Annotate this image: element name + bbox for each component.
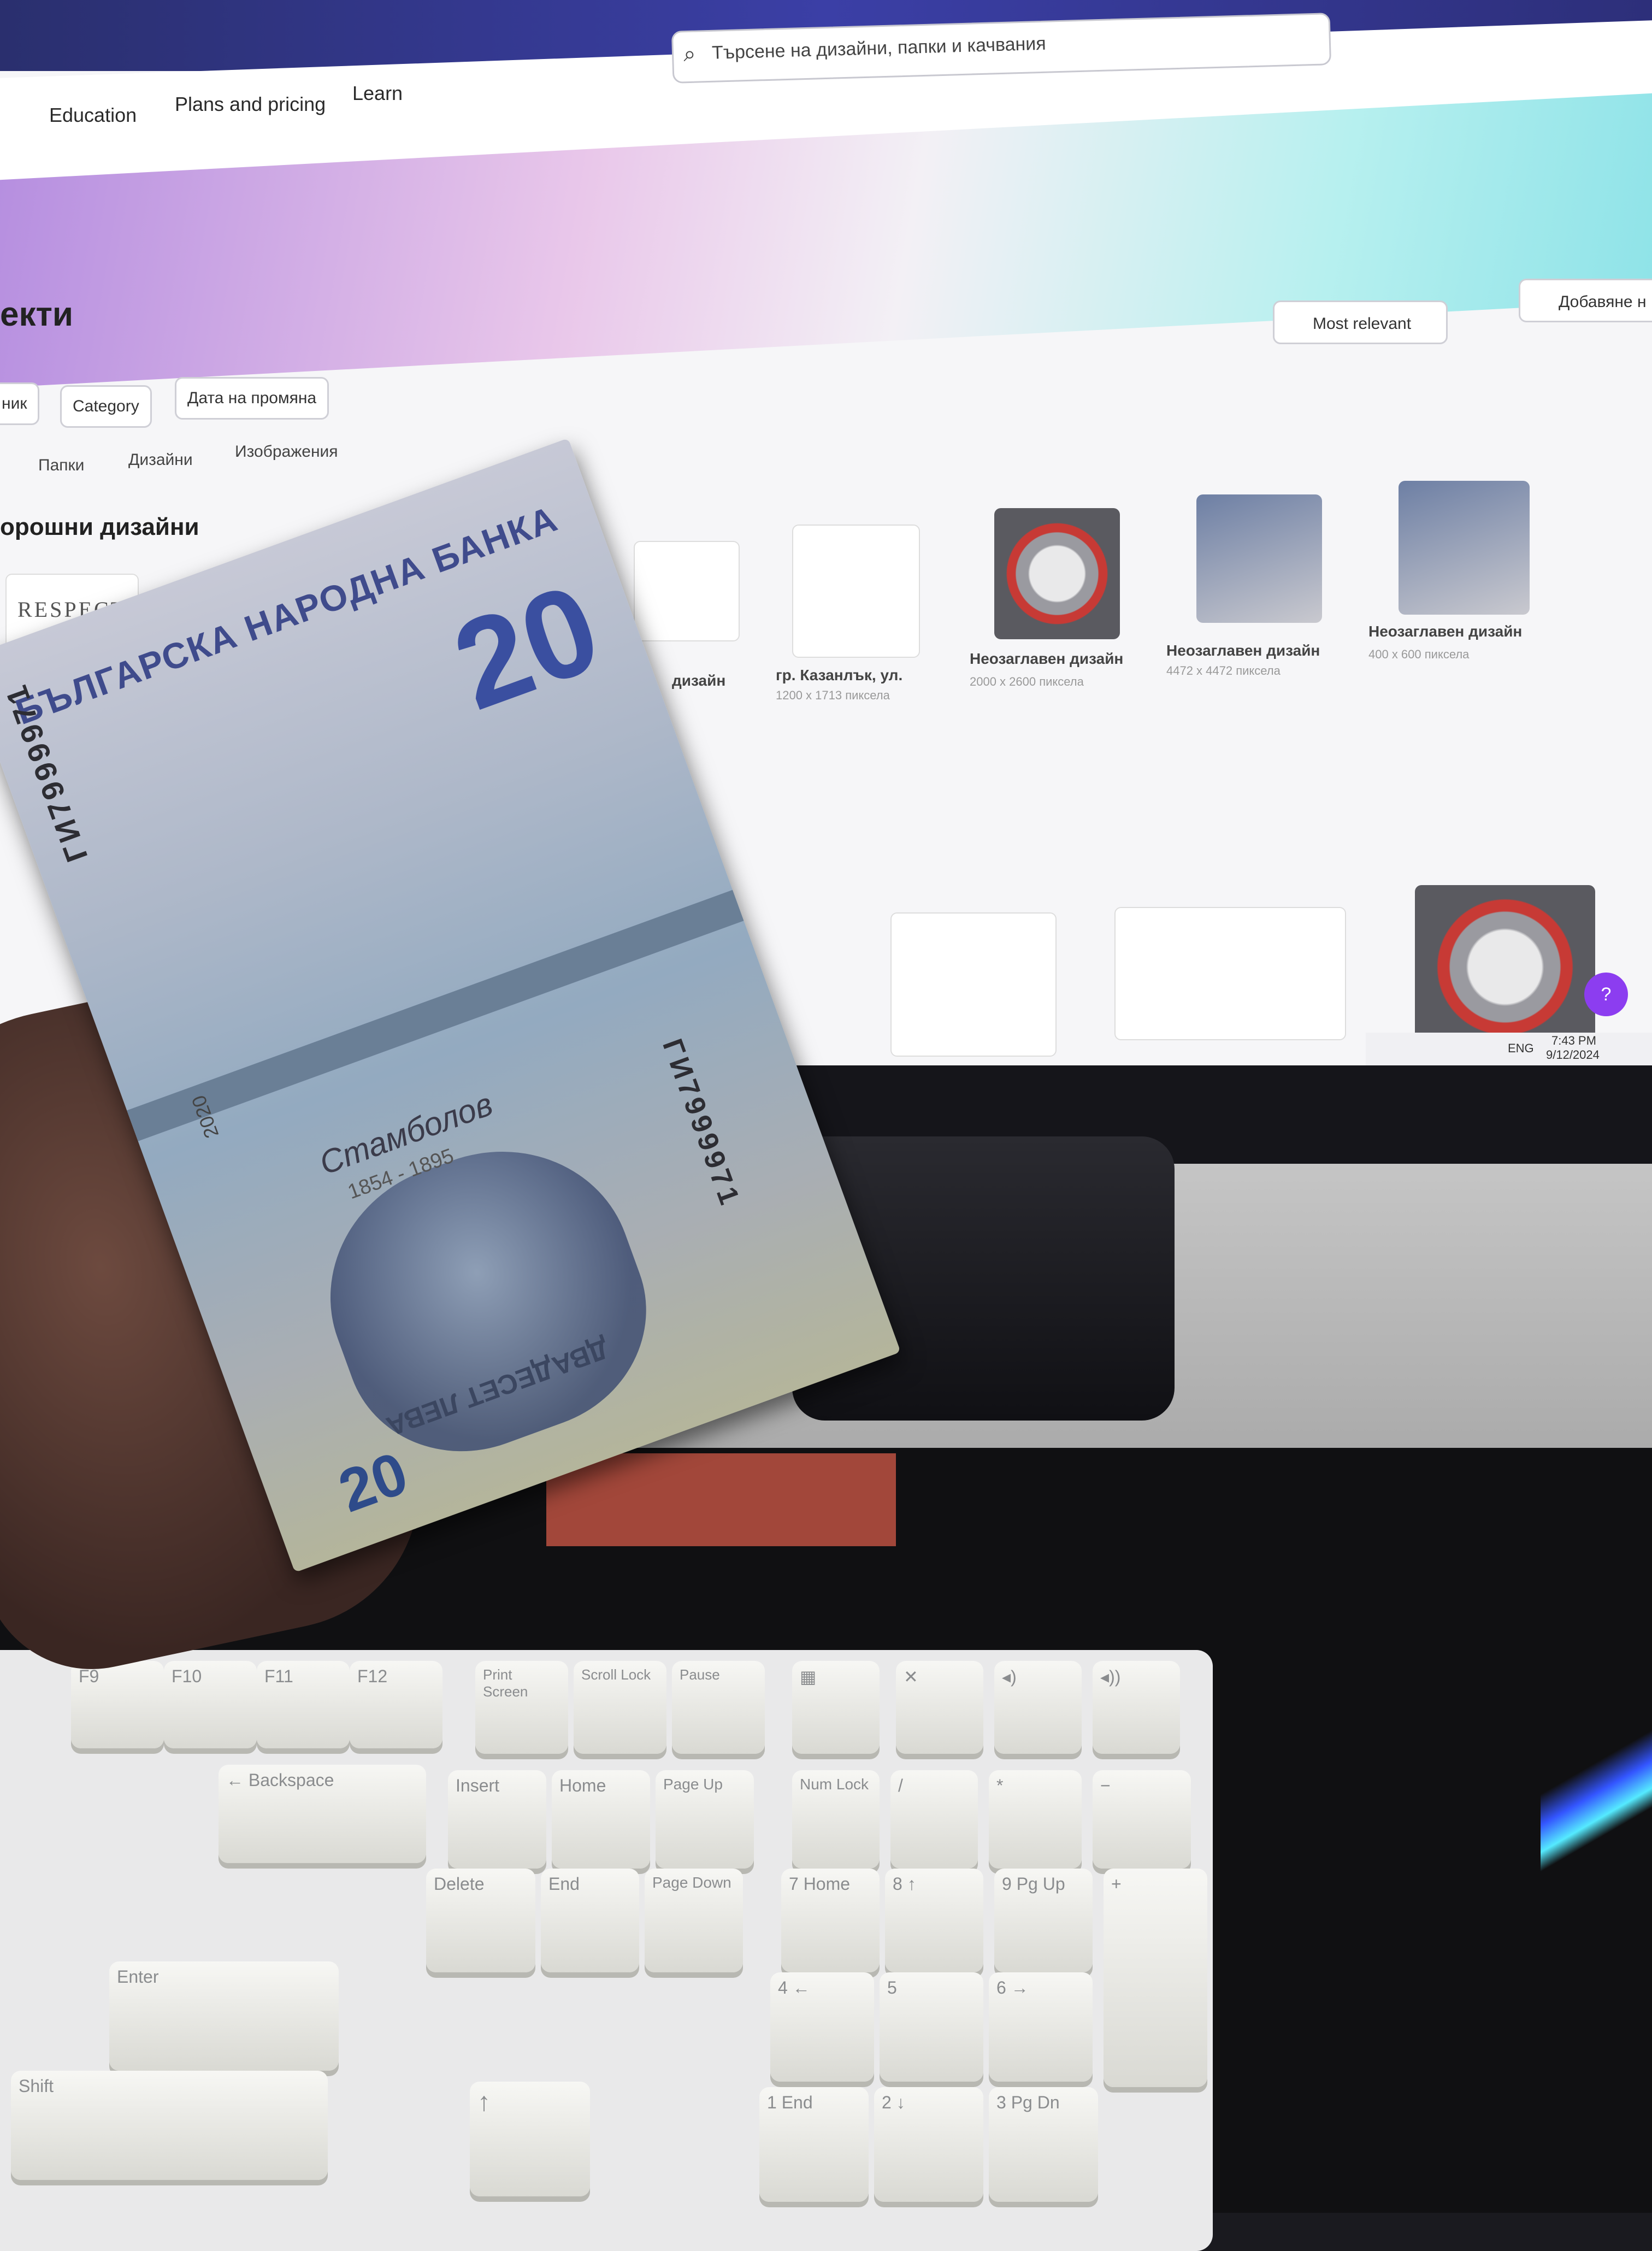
key-numpad-2[interactable]: 2 ↓	[874, 2087, 983, 2202]
section-title: орошни дизайни	[0, 514, 199, 540]
card-title: Неозаглавен дизайн	[1166, 642, 1320, 659]
design-thumbnail[interactable]	[1399, 481, 1530, 615]
help-button[interactable]: ?	[1584, 973, 1628, 1016]
card-size: 1200 x 1713 пиксела	[776, 688, 890, 702]
sort-button[interactable]: Most relevant	[1273, 300, 1448, 344]
page-title: екти	[0, 296, 73, 333]
tab-designs[interactable]: Дизайни	[128, 451, 193, 469]
volume-up-icon: ◂))	[1100, 1667, 1121, 1687]
card-title: гр. Казанлък, ул.	[776, 667, 903, 683]
key-backspace[interactable]: ← Backspace	[219, 1765, 426, 1863]
key-numpad-3[interactable]: 3 Pg Dn	[989, 2087, 1098, 2202]
key-delete[interactable]: Delete	[426, 1869, 535, 1972]
design-thumbnail[interactable]	[1114, 907, 1346, 1040]
banknote-serial-right: ГИ7999971	[656, 1035, 747, 1212]
clock-time: 7:43 PM	[1551, 1034, 1596, 1047]
nav-learn[interactable]: Learn	[352, 82, 403, 105]
volume-down-icon: ◂)	[1002, 1667, 1017, 1687]
search-placeholder: Търсене на дизайни, папки и качвания	[711, 33, 1047, 63]
key-enter[interactable]: Enter	[109, 1961, 339, 2071]
add-button[interactable]: Добавяне н	[1519, 279, 1652, 322]
design-thumbnail[interactable]	[994, 508, 1120, 639]
key-f11[interactable]: F11	[257, 1661, 350, 1748]
key-numpad-4[interactable]: 4 ←	[770, 1972, 874, 2082]
key-volume-up[interactable]: ◂))	[1093, 1661, 1180, 1754]
design-thumbnail[interactable]	[1196, 494, 1322, 623]
key-numpad-9[interactable]: 9 Pg Up	[994, 1869, 1093, 1972]
card-title: Неозаглавен дизайн	[1368, 623, 1523, 640]
key-home[interactable]: Home	[552, 1770, 650, 1869]
search-icon: ⌕	[683, 42, 697, 67]
key-f12[interactable]: F12	[350, 1661, 442, 1748]
key-numpad-1[interactable]: 1 End	[759, 2087, 869, 2202]
nav-education[interactable]: Education	[49, 104, 137, 127]
tab-images[interactable]: Изображения	[235, 443, 338, 461]
filter-date-modified[interactable]: Дата на промяна	[175, 377, 329, 420]
key-pause[interactable]: Pause	[672, 1661, 765, 1754]
card-size: 2000 x 2600 пиксела	[970, 675, 1084, 688]
system-tray: ENG 7:43 PM 9/12/2024	[1366, 1033, 1652, 1065]
key-shift[interactable]: Shift	[11, 2071, 328, 2180]
filter-owner[interactable]: ник	[0, 382, 40, 425]
design-thumbnail[interactable]	[1415, 885, 1595, 1049]
key-arrow-up[interactable]: ↑	[470, 2082, 590, 2196]
key-print-screen[interactable]: Print Screen	[475, 1661, 568, 1754]
key-numpad-minus[interactable]: −	[1093, 1770, 1191, 1869]
calculator-icon: ▦	[800, 1667, 817, 1687]
key-numpad-plus[interactable]: +	[1104, 1869, 1207, 2087]
design-thumbnail[interactable]	[634, 541, 740, 641]
mouse-rgb-light	[1541, 1639, 1652, 1945]
key-volume-down[interactable]: ◂)	[994, 1661, 1082, 1754]
key-numpad-7[interactable]: 7 Home	[781, 1869, 880, 1972]
banknote-denomination: 20	[436, 556, 617, 736]
card-size: 4472 x 4472 пиксела	[1166, 664, 1281, 677]
mute-icon: ✕	[904, 1667, 918, 1687]
filter-category[interactable]: Category	[60, 385, 152, 428]
card-size: 400 x 600 пиксела	[1368, 647, 1470, 661]
key-page-up[interactable]: Page Up	[656, 1770, 754, 1869]
key-scroll-lock[interactable]: Scroll Lock	[574, 1661, 666, 1754]
key-f10[interactable]: F10	[164, 1661, 257, 1748]
key-end[interactable]: End	[541, 1869, 639, 1972]
key-numpad-8[interactable]: 8 ↑	[885, 1869, 983, 1972]
key-numpad-5[interactable]: 5	[880, 1972, 983, 2082]
clock-date: 9/12/2024	[1546, 1048, 1600, 1062]
key-numpad-6[interactable]: 6 →	[989, 1972, 1093, 2082]
key-num-lock[interactable]: Num Lock	[792, 1770, 880, 1869]
banknote-denomination-small: 20	[330, 1439, 416, 1525]
key-insert[interactable]: Insert	[448, 1770, 546, 1869]
red-object	[546, 1453, 896, 1546]
nav-plans-and-pricing[interactable]: Plans and pricing	[175, 93, 326, 116]
key-numpad-multiply[interactable]: *	[989, 1770, 1082, 1869]
card-title: Неозаглавен дизайн	[970, 650, 1124, 667]
key-f9[interactable]: F9	[71, 1661, 164, 1748]
tab-folders[interactable]: Папки	[38, 456, 84, 475]
key-mute[interactable]: ✕	[896, 1661, 983, 1754]
key-page-down[interactable]: Page Down	[645, 1869, 743, 1972]
key-calculator[interactable]: ▦	[792, 1661, 880, 1754]
design-thumbnail[interactable]	[890, 912, 1057, 1057]
card-title: дизайн	[672, 672, 726, 689]
language-indicator[interactable]: ENG	[1508, 1041, 1534, 1056]
key-numpad-divide[interactable]: /	[890, 1770, 978, 1869]
design-thumbnail[interactable]	[792, 525, 920, 658]
